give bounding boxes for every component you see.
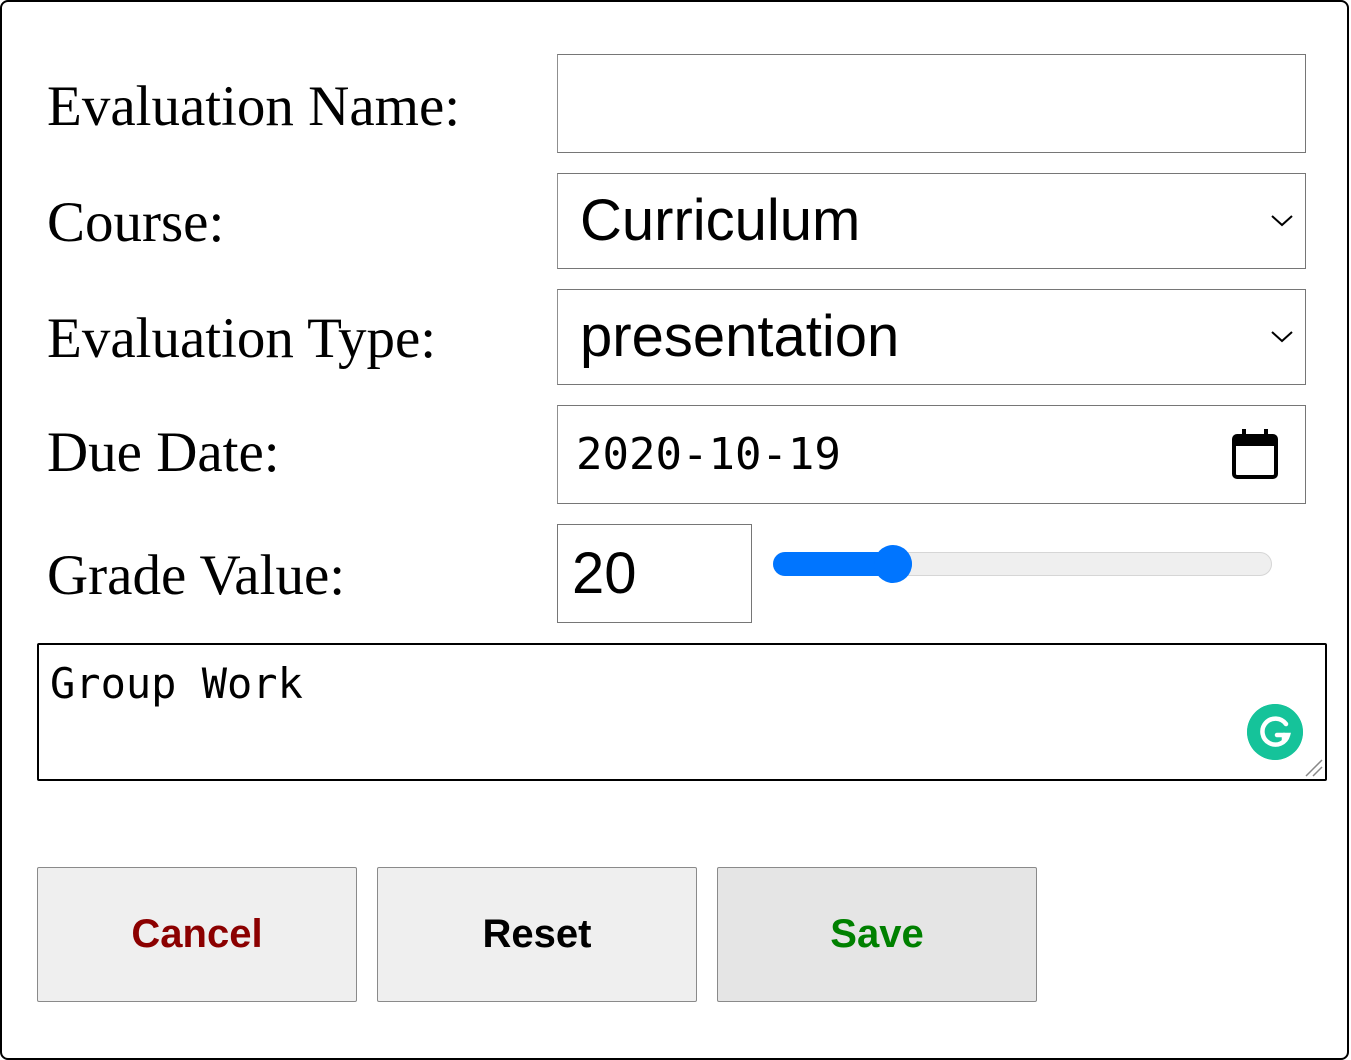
reset-button[interactable]: Reset <box>377 867 697 1002</box>
evaluation-name-label: Evaluation Name: <box>47 75 461 138</box>
course-select[interactable]: Curriculum <box>557 173 1306 269</box>
resize-handle-icon[interactable] <box>1303 757 1323 777</box>
evaluation-name-input[interactable] <box>557 54 1306 153</box>
evaluation-dialog: Evaluation Name: Course: Curriculum Eval… <box>0 0 1349 1060</box>
notes-value: Group Work <box>50 659 303 708</box>
cancel-button[interactable]: Cancel <box>37 867 357 1002</box>
evaluation-type-selected-value: presentation <box>580 304 900 369</box>
due-date-label: Due Date: <box>47 421 280 484</box>
save-button[interactable]: Save <box>717 867 1037 1002</box>
grade-value-number: 20 <box>572 540 637 606</box>
evaluation-type-label: Evaluation Type: <box>47 307 437 370</box>
grade-value-slider[interactable] <box>773 545 1272 583</box>
evaluation-type-select[interactable]: presentation <box>557 289 1306 385</box>
slider-thumb[interactable] <box>874 545 912 583</box>
course-label: Course: <box>47 191 225 254</box>
grade-value-input[interactable]: 20 <box>557 524 752 623</box>
due-date-value: 2020-10-19 <box>576 428 841 480</box>
course-selected-value: Curriculum <box>580 188 861 253</box>
notes-textarea[interactable]: Group Work <box>37 643 1327 781</box>
chevron-down-icon <box>1271 215 1293 227</box>
calendar-icon[interactable] <box>1231 428 1279 480</box>
chevron-down-icon <box>1271 331 1293 343</box>
grammarly-icon[interactable] <box>1247 704 1303 760</box>
due-date-input[interactable]: 2020-10-19 <box>557 405 1306 504</box>
grade-value-label: Grade Value: <box>47 544 346 607</box>
